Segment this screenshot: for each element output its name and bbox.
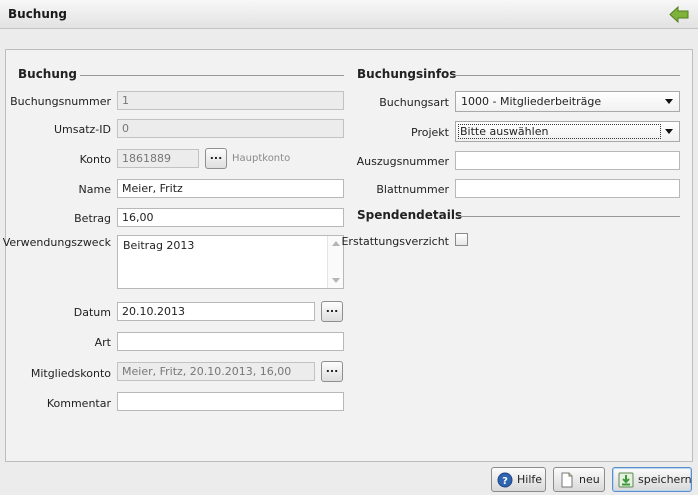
umsatz-id-field: 0 [117,119,344,138]
kommentar-field[interactable] [117,392,344,411]
mitgliedskonto-select-button[interactable]: ... [321,361,343,382]
scroll-up-arrow-icon[interactable] [332,241,340,246]
section-title-buchungsinfos: Buchungsinfos [357,67,457,81]
name-field[interactable]: Meier, Fritz [117,179,344,198]
label-buchungsart: Buchungsart [379,96,449,109]
section-divider [454,75,680,76]
erstattungsverzicht-checkbox[interactable] [455,233,468,246]
verwendungszweck-text: Beitrag 2013 [123,239,195,252]
konto-field: 1861889 [117,149,199,168]
back-arrow-icon[interactable] [669,6,689,23]
label-erstattungsverzicht: Erstattungsverzicht [341,235,449,248]
auszugsnummer-field[interactable] [455,151,680,170]
label-art: Art [94,336,111,349]
label-blattnummer: Blattnummer [376,183,449,196]
label-betrag: Betrag [74,212,111,225]
label-buchungsnummer: Buchungsnummer [10,95,111,108]
label-mitgliedskonto: Mitgliedskonto [30,367,111,380]
section-divider [80,75,344,76]
help-icon: ? [497,472,513,487]
projekt-value: Bitte auswählen [458,124,661,139]
section-title-buchung: Buchung [18,67,78,81]
betrag-field[interactable]: 16,00 [117,208,344,227]
section-title-spendendetails: Spendendetails [357,208,463,222]
verwendungszweck-textarea[interactable]: Beitrag 2013 [117,235,344,289]
label-projekt: Projekt [411,126,449,139]
help-button-label: Hilfe [517,473,543,486]
datum-field[interactable]: 20.10.2013 [117,302,315,321]
new-button[interactable]: neu [553,467,605,492]
chevron-down-icon [665,99,673,104]
label-verwendungszweck: Verwendungszweck [2,236,111,249]
konto-hint: Hauptkonto [232,153,291,164]
chevron-down-icon [665,129,673,134]
title-bar: Buchung [0,0,698,29]
label-kommentar: Kommentar [46,397,111,410]
window-title: Buchung [8,7,68,21]
label-auszugsnummer: Auszugsnummer [356,155,449,168]
svg-text:?: ? [502,476,508,487]
save-button-label: speichern [638,473,692,486]
buchungsart-value: 1000 - Mitgliederbeiträge [461,95,602,108]
blattnummer-field[interactable] [455,179,680,198]
buchungsart-select[interactable]: 1000 - Mitgliederbeiträge [455,91,680,112]
save-icon [618,472,634,487]
scroll-down-arrow-icon[interactable] [332,278,340,283]
label-umsatz-id: Umsatz-ID [53,123,111,136]
konto-select-button[interactable]: ... [205,148,227,169]
new-document-icon [561,472,573,487]
label-name: Name [78,183,111,196]
save-button[interactable]: speichern [612,467,692,492]
buchungsnummer-field: 1 [117,91,344,110]
label-datum: Datum [73,306,111,319]
mitgliedskonto-field: Meier, Fritz, 20.10.2013, 16,00 [117,362,315,381]
label-konto: Konto [79,153,111,166]
art-field[interactable] [117,332,344,351]
projekt-select[interactable]: Bitte auswählen [455,121,680,142]
help-button[interactable]: ? Hilfe [491,467,546,492]
section-divider [458,216,680,217]
datum-picker-button[interactable]: ... [321,301,343,322]
new-button-label: neu [579,473,600,486]
